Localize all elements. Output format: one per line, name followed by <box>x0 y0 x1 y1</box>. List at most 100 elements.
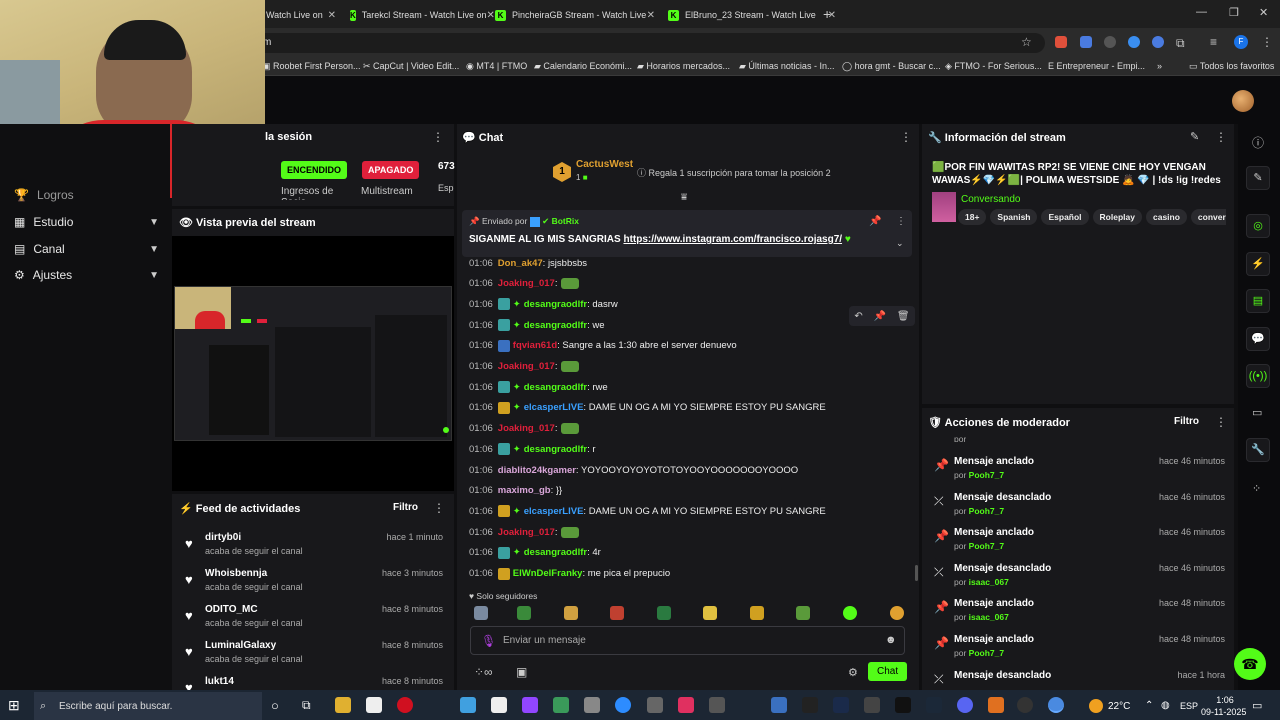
close-icon[interactable]: ✕ <box>328 10 336 21</box>
more-icon[interactable]: ⋮ <box>896 216 906 227</box>
moderator-name[interactable]: isaac_067 <box>969 612 1009 622</box>
mod-filter-button[interactable]: Filtro <box>1174 416 1199 427</box>
sidebar-item-estudio[interactable]: ▦ Estudio ▼ <box>14 215 159 229</box>
bookmark-item[interactable]: ▰ Horarios mercados... <box>637 61 730 72</box>
collapse-icon[interactable]: ⩸ <box>681 192 687 203</box>
category-name[interactable]: Conversando <box>961 194 1020 205</box>
chat-tool-button[interactable]: 💬 <box>1246 327 1270 351</box>
chat-message[interactable]: 01:06 Joaking_017: <box>469 421 580 437</box>
bolt-tool-button[interactable]: ⚡ <box>1246 252 1270 276</box>
bookmark-item[interactable]: ◯ hora gmt - Buscar c... <box>842 61 941 72</box>
chrome-icon[interactable] <box>1048 697 1064 713</box>
moderator-name[interactable]: isaac_067 <box>969 577 1009 587</box>
chevron-right-icon[interactable]: » <box>1157 61 1162 71</box>
message-username[interactable]: diablito24kgamer <box>498 465 576 476</box>
moderator-name[interactable]: Pooh7_7 <box>969 506 1004 516</box>
more-icon[interactable]: ⋮ <box>432 130 444 144</box>
chat-message[interactable]: 01:06 fqvian61d: Sangre a las 1:30 abre e… <box>469 338 737 354</box>
network-icon[interactable]: ◍ <box>1161 700 1170 711</box>
info-icon[interactable]: ⓘ <box>1252 134 1264 151</box>
opera-icon[interactable] <box>397 697 413 713</box>
emote-9[interactable] <box>843 606 857 620</box>
bookmark-item[interactable]: ◈ FTMO - For Serious... <box>945 61 1042 72</box>
tab-1[interactable]: Watch Live on ✕ <box>266 4 336 26</box>
feed-filter-button[interactable]: Filtro <box>393 502 418 513</box>
list-icon[interactable]: ≡ <box>1210 35 1217 49</box>
wrench-tool-button[interactable]: 🔧 <box>1246 438 1270 462</box>
bookmark-item[interactable]: ✂ CapCut | Video Edit... <box>363 61 459 72</box>
bookmark-item[interactable]: ▣ Roobet First Person... <box>262 61 361 72</box>
tiktok-live-icon[interactable] <box>895 697 911 713</box>
close-window-icon[interactable]: ✕ <box>1259 6 1268 19</box>
emote-1[interactable] <box>474 606 488 620</box>
feed-item[interactable]: ♥ Whoisbennja acaba de seguir el canal hace… <box>185 568 445 600</box>
app-icon[interactable] <box>833 697 849 713</box>
pin-icon[interactable]: 📌 <box>874 311 886 322</box>
tiktok-icon[interactable] <box>678 697 694 713</box>
gear-icon[interactable]: ⚙ <box>848 666 858 679</box>
extension-icon[interactable] <box>1104 36 1116 48</box>
new-tab-button[interactable]: + <box>823 6 831 22</box>
more-icon[interactable]: ⋮ <box>900 130 912 144</box>
close-icon[interactable]: ✕ <box>487 10 495 21</box>
message-username[interactable]: Don_ak47 <box>498 258 543 269</box>
capcut-icon[interactable] <box>802 697 818 713</box>
message-username[interactable]: desangraodlfr <box>524 320 587 331</box>
gift-prompt[interactable]: ⓘ Regala 1 suscripción para tomar la pos… <box>637 166 831 179</box>
feed-item[interactable]: ♥ ODITO_MC acaba de seguir el canal hace 8 … <box>185 604 445 636</box>
tag[interactable]: casino <box>1145 209 1187 225</box>
sidebar-item-logros[interactable]: 🏆 Logros <box>14 188 159 202</box>
profile-avatar[interactable]: F <box>1234 35 1248 49</box>
emote-3[interactable] <box>564 606 578 620</box>
chat-message[interactable]: 01:06 maximo_gb: }} <box>469 483 562 499</box>
tab-2[interactable]: K Tarekcl Stream - Watch Live on ✕ <box>350 4 494 26</box>
apps-icon[interactable]: ⁘ <box>1252 482 1261 495</box>
emote-7[interactable] <box>750 606 764 620</box>
vpn-icon[interactable] <box>1128 36 1140 48</box>
moderator-name[interactable]: Pooh7_7 <box>969 470 1004 480</box>
chat-scrollbar[interactable] <box>915 565 918 581</box>
weather-icon[interactable] <box>1089 699 1103 713</box>
emote-6[interactable] <box>703 606 717 620</box>
broadcast-tool-button[interactable]: ((•)) <box>1246 364 1270 388</box>
chat-message[interactable]: 01:06 Joaking_017: <box>469 524 580 540</box>
more-icon[interactable]: ⋮ <box>1215 415 1227 429</box>
menu-icon[interactable]: ⋮ <box>1261 35 1273 49</box>
bookmark-item[interactable]: ▰ Calendario Económi... <box>534 61 632 72</box>
support-chat-button[interactable]: ☎ <box>1234 648 1266 680</box>
chat-message[interactable]: 01:06 diablito24kgamer: YOYOOYOYOYOTOTOYO… <box>469 462 798 478</box>
reply-icon[interactable]: ↶ <box>854 311 862 322</box>
app-icon[interactable] <box>709 697 725 713</box>
message-username[interactable]: maximo_gb <box>498 485 551 496</box>
bookmark-folder[interactable]: ▭ Todos los favoritos <box>1189 61 1274 72</box>
emote-2[interactable] <box>517 606 531 620</box>
trash-icon[interactable]: 🗑 <box>897 311 910 322</box>
notes-icon[interactable] <box>491 697 507 713</box>
extension-icon[interactable] <box>1152 36 1164 48</box>
target-tool-button[interactable]: ◎ <box>1246 214 1270 238</box>
url-input[interactable]: m <box>255 33 1045 53</box>
file-explorer-icon[interactable] <box>335 697 351 713</box>
cortana-icon[interactable]: ○ <box>271 698 279 713</box>
pinned-link[interactable]: https://www.instagram.com/francisco.roja… <box>623 234 842 245</box>
tag[interactable]: Roleplay <box>1092 209 1142 225</box>
translate-icon[interactable] <box>1080 36 1092 48</box>
chat-message[interactable]: 01:06 ✦ desangraodlfr: we <box>469 317 605 333</box>
app-icon[interactable] <box>988 697 1004 713</box>
more-icon[interactable]: ⋮ <box>1215 130 1227 144</box>
microphone-icon[interactable]: 🎙 <box>481 634 496 648</box>
moderator-name[interactable]: Pooh7_7 <box>969 648 1004 658</box>
chat-message[interactable]: 01:06 ✦ elcasperLIVE: DAME UN OG A MI YO S… <box>469 400 826 416</box>
tag[interactable]: conversand <box>1190 209 1226 225</box>
steam-icon[interactable] <box>926 697 942 713</box>
sidebar-item-ajustes[interactable]: ⚙ Ajustes ▼ <box>14 268 159 282</box>
emote-5[interactable] <box>657 606 671 620</box>
pin-icon[interactable]: 📌 <box>869 216 881 227</box>
message-username[interactable]: Joaking_017 <box>498 423 555 434</box>
layout-icon[interactable]: ▭ <box>1252 406 1262 419</box>
edit-tool-button[interactable]: ✎ <box>1246 166 1270 190</box>
more-icon[interactable]: ⋮ <box>433 501 445 515</box>
chat-message[interactable]: 01:06 ✦ desangraodlfr: dasrw <box>469 296 618 312</box>
user-avatar[interactable] <box>1232 90 1254 112</box>
chat-message[interactable]: 01:06 ✦ elcasperLIVE: DAME UN OG A MI YO S… <box>469 503 826 519</box>
